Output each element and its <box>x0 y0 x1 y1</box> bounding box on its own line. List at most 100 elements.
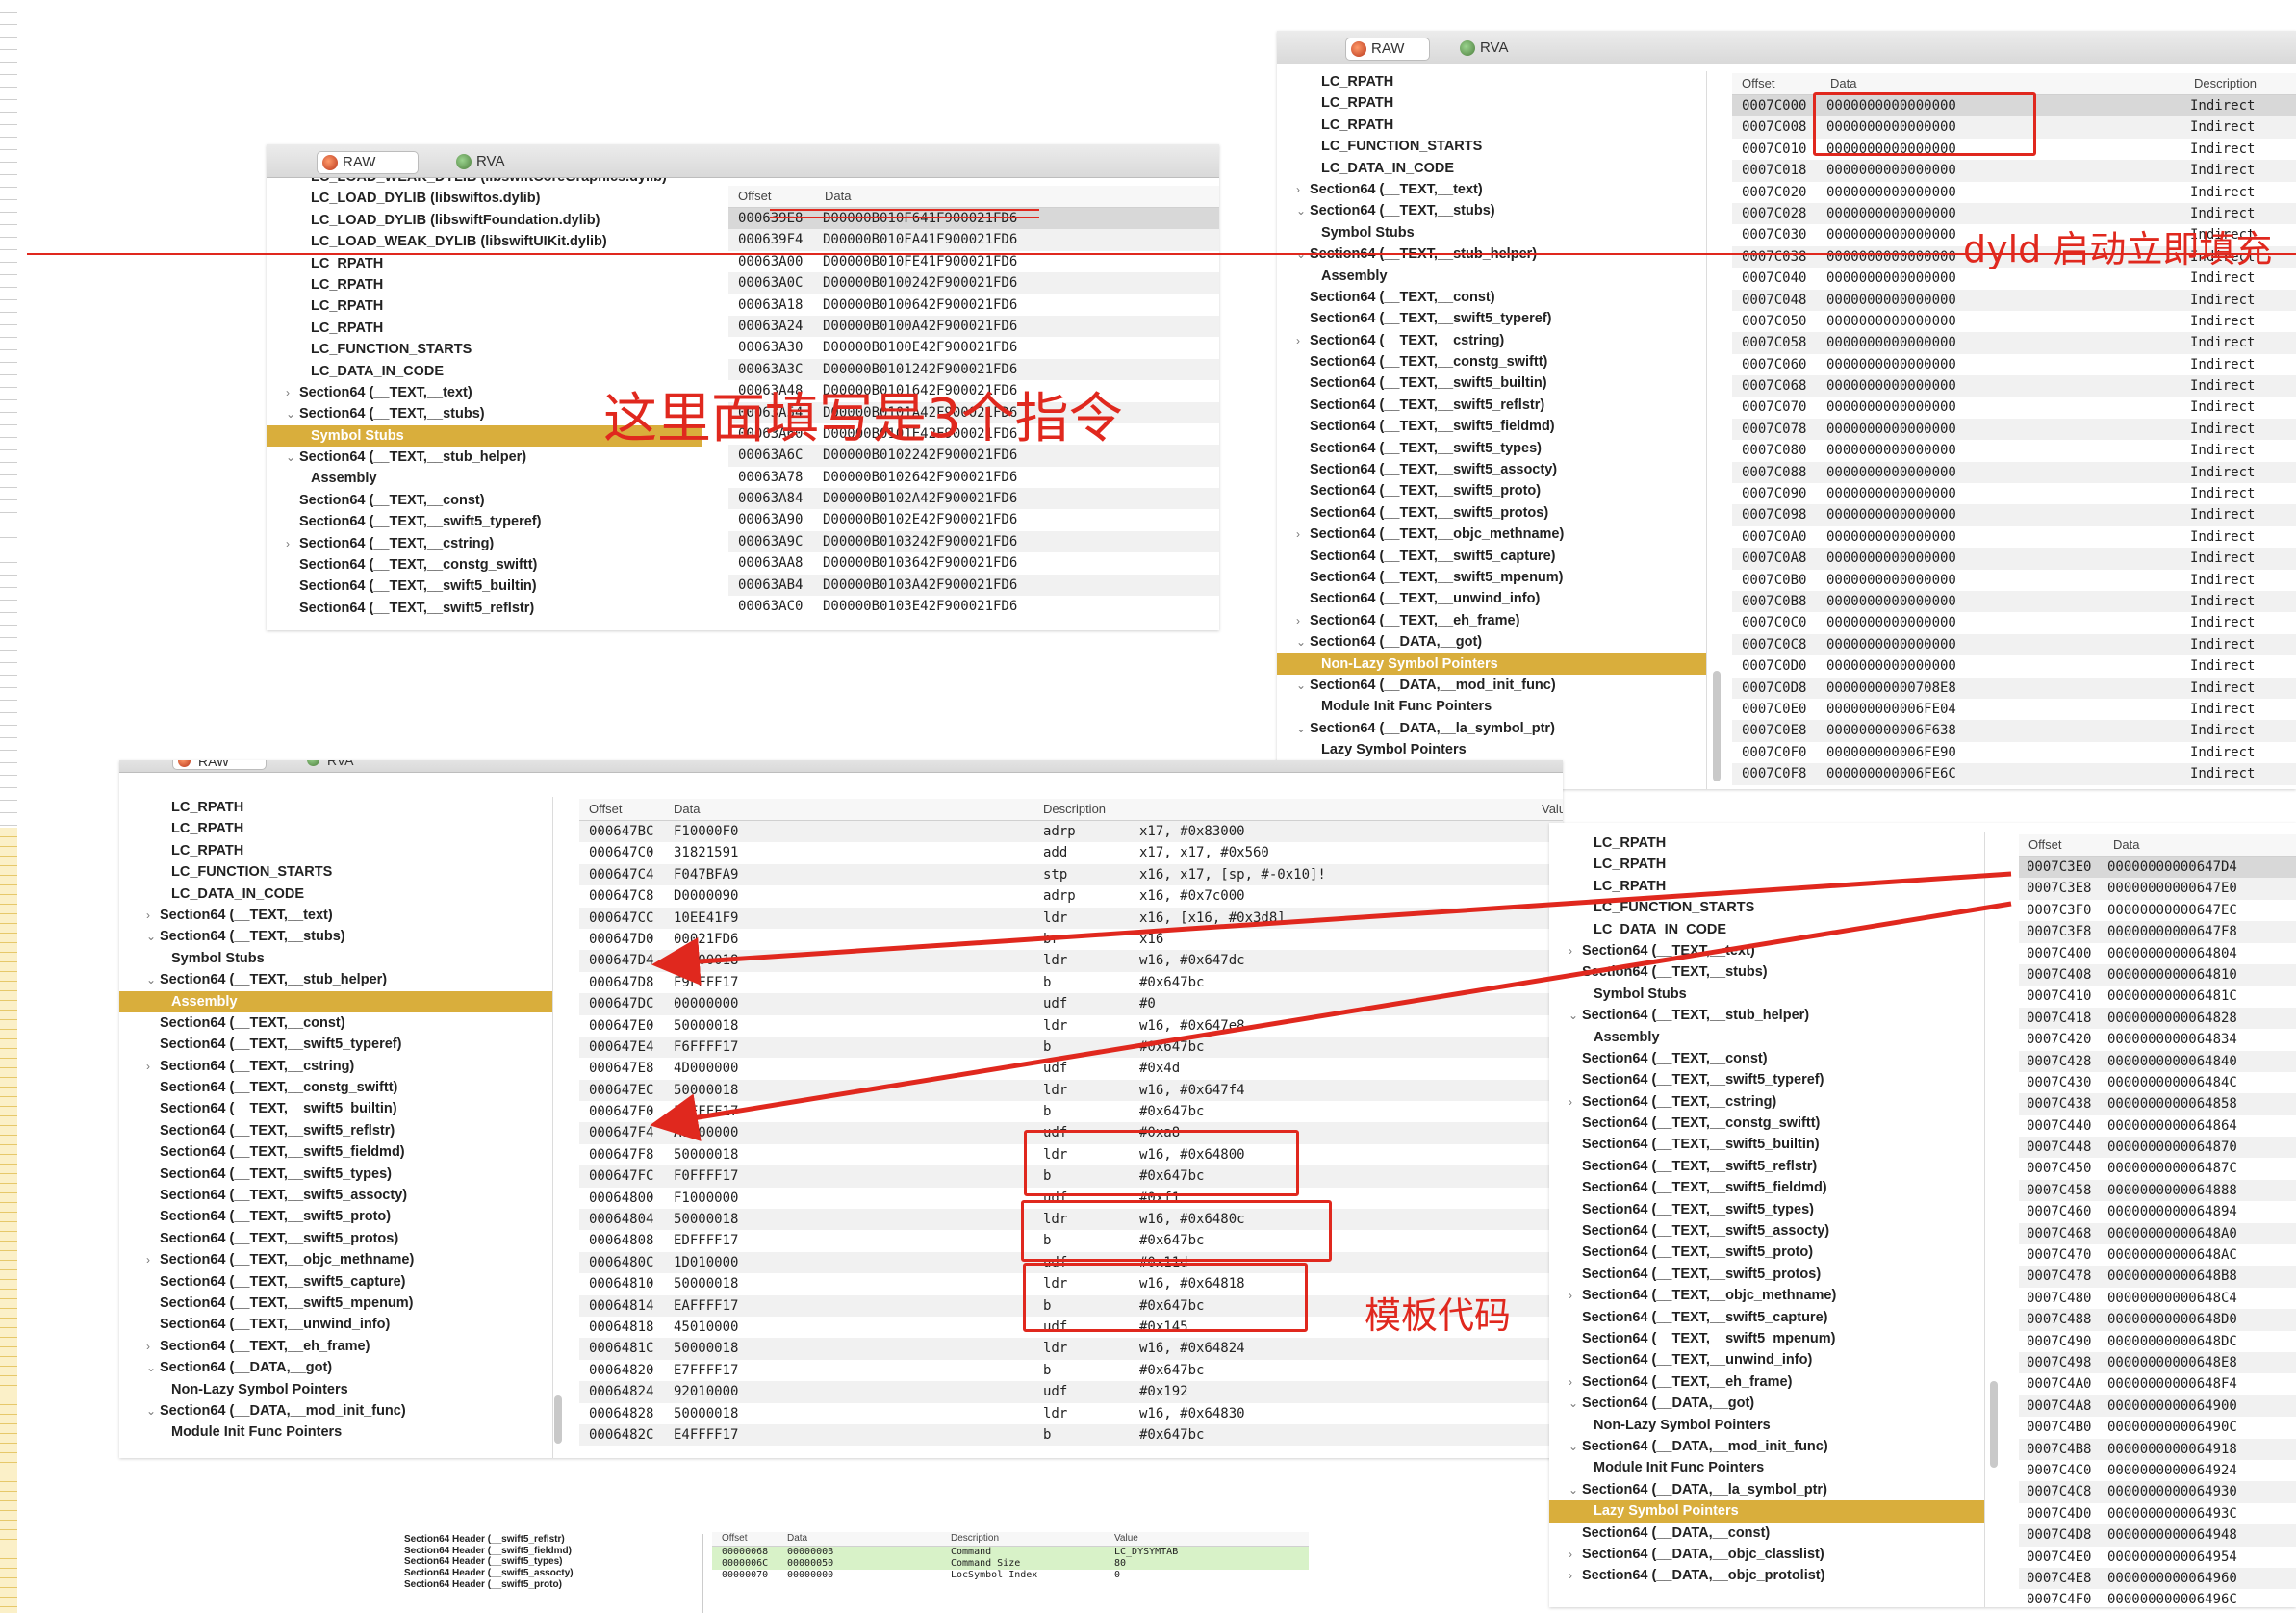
tree-item[interactable]: ⌄ Section64 (__DATA,__got) <box>119 1357 552 1378</box>
tree-item[interactable]: LC_FUNCTION_STARTS <box>267 339 702 360</box>
table-row[interactable]: 0007C0C8 0000000000000000 Indirect <box>1732 633 2296 656</box>
table-row[interactable]: 0007C418 0000000000064828 <box>2019 1007 2296 1030</box>
table-row[interactable]: 0007C450 000000000006487C <box>2019 1158 2296 1179</box>
table-row[interactable]: 0007C420 0000000000064834 <box>2019 1029 2296 1050</box>
table-row[interactable]: 0007C078 0000000000000000 Indirect <box>1732 418 2296 441</box>
chevron-down-icon[interactable]: ⌄ <box>1569 1436 1578 1457</box>
tree-scrollbar[interactable] <box>1990 1381 1998 1468</box>
table-row[interactable]: 0006481C 50000018 ldr w16, #0x64824 <box>579 1338 1563 1360</box>
tree-item[interactable]: LC_DATA_IN_CODE <box>119 883 552 905</box>
table-row[interactable]: 000647DC 00000000 udf #0 <box>579 993 1563 1015</box>
table-row[interactable]: 0007C4D0 000000000006493C <box>2019 1503 2296 1524</box>
table-row[interactable]: 00063A30 D00000B0100E42F900021FD6 <box>728 337 1219 358</box>
tree-item[interactable]: Section64 Header (__swift5_types) <box>395 1556 702 1568</box>
tree-item[interactable]: › Section64 (__TEXT,__objc_methname) <box>1549 1285 1984 1306</box>
tree-item[interactable]: LC_RPATH <box>1549 854 1984 875</box>
tree-item[interactable]: Section64 (__TEXT,__constg_swiftt) <box>267 554 702 576</box>
chevron-down-icon[interactable]: ⌄ <box>146 1357 156 1378</box>
tree-item[interactable]: Non-Lazy Symbol Pointers <box>1277 653 1706 675</box>
tree-item[interactable]: LC_RPATH <box>1549 832 1984 854</box>
tree-item[interactable]: LC_FUNCTION_STARTS <box>119 861 552 883</box>
tree-item[interactable]: LC_RPATH <box>1277 71 1706 92</box>
table-row[interactable]: 0007C4A8 0000000000064900 <box>2019 1395 2296 1418</box>
tree-item[interactable]: › Section64 (__DATA,__objc_protolist) <box>1549 1565 1984 1586</box>
tree-item[interactable]: Module Init Func Pointers <box>119 1421 552 1443</box>
table-row[interactable]: 0007C428 0000000000064840 <box>2019 1050 2296 1072</box>
table-row[interactable]: 0007C098 0000000000000000 Indirect <box>1732 504 2296 526</box>
chevron-right-icon[interactable]: › <box>146 1056 150 1077</box>
table-row[interactable]: 0007C3F0 00000000000647EC <box>2019 900 2296 921</box>
table-row[interactable]: 0007C4A0 00000000000648F4 <box>2019 1373 2296 1395</box>
tree-item[interactable]: ⌄ Section64 (__DATA,__la_symbol_ptr) <box>1549 1479 1984 1500</box>
table-row[interactable]: 0007C020 0000000000000000 Indirect <box>1732 182 2296 203</box>
tree-item[interactable]: Section64 (__TEXT,__swift5_assocty) <box>1277 459 1706 480</box>
table-row[interactable]: 0007C3F8 00000000000647F8 <box>2019 921 2296 943</box>
chevron-down-icon[interactable]: ⌄ <box>1569 961 1578 983</box>
tree-item[interactable]: Section64 (__TEXT,__swift5_builtin) <box>267 576 702 597</box>
table-row[interactable]: 00063AA8 D00000B0103642F900021FD6 <box>728 552 1219 574</box>
tree-item[interactable]: › Section64 (__TEXT,__text) <box>1277 179 1706 200</box>
tree-item[interactable]: LC_LOAD_WEAK_DYLIB (libswiftCoreGraphics… <box>267 178 702 188</box>
table-row[interactable]: 000647C8 D0000090 adrp x16, #0x7c000 <box>579 885 1563 907</box>
chevron-down-icon[interactable]: ⌄ <box>1569 1005 1578 1026</box>
tree-item[interactable]: Section64 (__TEXT,__swift5_mpenum) <box>119 1293 552 1314</box>
table-row[interactable]: 0007C090 0000000000000000 Indirect <box>1732 483 2296 504</box>
tree-item[interactable]: Module Init Func Pointers <box>1277 696 1706 717</box>
tree-item[interactable]: › Section64 (__TEXT,__text) <box>1549 940 1984 961</box>
data-table[interactable]: Offset Data Description Value 00000068 00… <box>712 1532 1309 1613</box>
tree-item[interactable]: Section64 (__TEXT,__swift5_fieldmd) <box>1277 416 1706 437</box>
table-row[interactable]: 0007C4C8 0000000000064930 <box>2019 1481 2296 1503</box>
tree-item[interactable]: Section64 (__TEXT,__swift5_reflstr) <box>119 1120 552 1141</box>
tree-item[interactable]: Section64 (__TEXT,__unwind_info) <box>119 1314 552 1335</box>
table-row[interactable]: 000639F4 D00000B010FA41F900021FD6 <box>728 229 1219 251</box>
table-row[interactable]: 0007C048 0000000000000000 Indirect <box>1732 289 2296 311</box>
tree-item[interactable]: Section64 (__TEXT,__swift5_assocty) <box>1549 1220 1984 1242</box>
table-row[interactable]: 0007C0B8 0000000000000000 Indirect <box>1732 590 2296 613</box>
tree-item[interactable]: ⌄ Section64 (__DATA,__got) <box>1277 631 1706 653</box>
tree-item[interactable]: Section64 (__TEXT,__swift5_builtin) <box>119 1098 552 1119</box>
chevron-right-icon[interactable]: › <box>146 905 150 926</box>
chevron-down-icon[interactable]: ⌄ <box>1296 718 1306 739</box>
table-row[interactable]: 0007C438 0000000000064858 <box>2019 1093 2296 1115</box>
tree-item[interactable]: LC_RPATH <box>119 840 552 861</box>
table-row[interactable]: 0007C018 0000000000000000 Indirect <box>1732 160 2296 182</box>
table-row[interactable]: 0007C4F0 000000000006496C <box>2019 1589 2296 1607</box>
tree-item[interactable]: LC_RPATH <box>119 818 552 839</box>
tree-item[interactable]: Section64 (__TEXT,__swift5_builtin) <box>1277 372 1706 394</box>
tree-item[interactable]: ⌄ Section64 (__TEXT,__stub_helper) <box>1549 1005 1984 1026</box>
chevron-right-icon[interactable]: › <box>146 1249 150 1270</box>
tree-item[interactable]: Section64 (__TEXT,__swift5_proto) <box>1549 1242 1984 1263</box>
table-row[interactable]: 00063AB4 D00000B0103A42F900021FD6 <box>728 574 1219 597</box>
tree-item[interactable]: Section64 (__TEXT,__swift5_reflstr) <box>1549 1156 1984 1177</box>
tree-item[interactable]: Section64 (__TEXT,__swift5_typeref) <box>119 1034 552 1055</box>
tree-item[interactable]: LC_RPATH <box>1277 92 1706 114</box>
table-row[interactable]: 000647EC 50000018 ldr w16, #0x647f4 <box>579 1079 1563 1102</box>
table-row[interactable]: 0007C460 0000000000064894 <box>2019 1201 2296 1222</box>
tree-item[interactable]: › Section64 (__TEXT,__cstring) <box>1549 1091 1984 1113</box>
tree-item[interactable]: › Section64 (__TEXT,__objc_methname) <box>1277 524 1706 545</box>
table-row[interactable]: 00000070 00000000 LocSymbol Index 0 <box>712 1570 1309 1581</box>
table-row[interactable]: 0007C0E0 000000000006FE04 Indirect <box>1732 699 2296 720</box>
table-row[interactable]: 0007C088 0000000000000000 Indirect <box>1732 461 2296 484</box>
tree-item[interactable]: › Section64 (__TEXT,__text) <box>119 905 552 926</box>
tree-item[interactable]: ⌄ Section64 (__TEXT,__stubs) <box>1277 200 1706 221</box>
table-row[interactable]: 000647C0 31821591 add x17, x17, #0x560 <box>579 842 1563 863</box>
section-tree[interactable]: LC_RPATH LC_RPATH LC_RPATH LC_FUNCTION_STAR… <box>119 797 553 1458</box>
chevron-right-icon[interactable]: › <box>1296 179 1300 200</box>
tree-item[interactable]: LC_FUNCTION_STARTS <box>1549 897 1984 918</box>
tree-item[interactable]: LC_RPATH <box>119 797 552 818</box>
table-row[interactable]: 000647D4 50000018 ldr w16, #0x647dc <box>579 950 1563 972</box>
tree-item[interactable]: LC_RPATH <box>1549 876 1984 897</box>
chevron-right-icon[interactable]: › <box>1569 1565 1572 1586</box>
tree-item[interactable]: Section64 (__TEXT,__unwind_info) <box>1549 1349 1984 1370</box>
chevron-right-icon[interactable]: › <box>1569 940 1572 961</box>
tree-item[interactable]: ⌄ Section64 (__DATA,__got) <box>1549 1393 1984 1414</box>
section-tree[interactable]: LC_RPATH LC_RPATH LC_RPATH LC_FUNCTION_STAR… <box>1549 832 1985 1607</box>
section-tree[interactable]: LC_RPATH LC_RPATH LC_RPATH LC_FUNCTION_STAR… <box>1277 71 1707 789</box>
table-row[interactable]: 00063A18 D00000B0100642F900021FD6 <box>728 294 1219 316</box>
chevron-down-icon[interactable]: ⌄ <box>1296 675 1306 696</box>
table-row[interactable]: 000647C4 F047BFA9 stp x16, x17, [sp, #-0x10… <box>579 863 1563 886</box>
table-row[interactable]: 0007C0A0 0000000000000000 Indirect <box>1732 526 2296 548</box>
chevron-right-icon[interactable]: › <box>1569 1544 1572 1565</box>
tree-item[interactable]: Section64 Header (__swift5_fieldmd) <box>395 1546 702 1557</box>
